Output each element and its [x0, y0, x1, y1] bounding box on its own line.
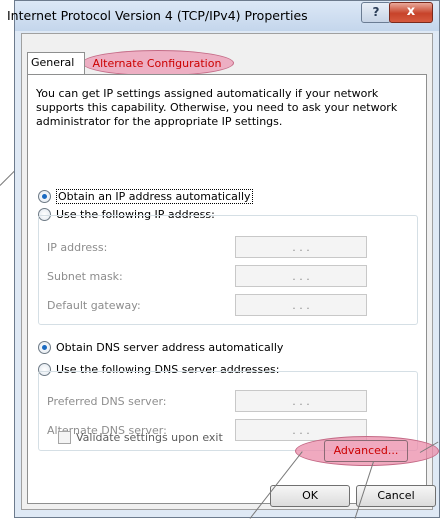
- title-bar[interactable]: Internet Protocol Version 4 (TCP/IPv4) P…: [7, 1, 439, 31]
- preferred-dns-label: Preferred DNS server:: [47, 395, 167, 408]
- ip-auto-label: Obtain an IP address automatically: [56, 189, 253, 204]
- ip-address-row: IP address: . . .: [47, 236, 407, 258]
- subnet-mask-input[interactable]: . . .: [235, 265, 367, 287]
- ip-address-group: IP address: . . . Subnet mask: . . . Def…: [38, 215, 418, 325]
- subnet-mask-row: Subnet mask: . . .: [47, 265, 407, 287]
- tab-alternate-configuration[interactable]: Alternate Configuration: [87, 54, 227, 74]
- background-window-strip: [0, 0, 15, 518]
- ip-auto-radio[interactable]: [38, 190, 51, 203]
- subnet-mask-label: Subnet mask:: [47, 270, 123, 283]
- ip-address-input[interactable]: . . .: [235, 236, 367, 258]
- dns-auto-radio[interactable]: [38, 341, 51, 354]
- validate-settings-label: Validate settings upon exit: [76, 431, 223, 444]
- close-button[interactable]: x: [389, 2, 433, 23]
- cancel-button[interactable]: Cancel: [356, 485, 436, 507]
- description-text: You can get IP settings assigned automat…: [36, 87, 398, 128]
- validate-settings-row[interactable]: Validate settings upon exit: [58, 431, 223, 444]
- advanced-button[interactable]: Advanced...: [324, 440, 408, 462]
- preferred-dns-input[interactable]: . . .: [235, 390, 367, 412]
- default-gateway-row: Default gateway: . . .: [47, 294, 407, 316]
- preferred-dns-row: Preferred DNS server: . . .: [47, 390, 407, 412]
- dns-auto-radio-row[interactable]: Obtain DNS server address automatically: [38, 341, 283, 354]
- dns-auto-label: Obtain DNS server address automatically: [56, 341, 284, 354]
- ok-button[interactable]: OK: [270, 485, 350, 507]
- tab-general[interactable]: General: [27, 52, 85, 74]
- ip-address-label: IP address:: [47, 241, 108, 254]
- default-gateway-label: Default gateway:: [47, 299, 141, 312]
- window-title: Internet Protocol Version 4 (TCP/IPv4) P…: [7, 8, 308, 23]
- ip-auto-radio-row[interactable]: Obtain an IP address automatically: [38, 189, 253, 204]
- default-gateway-input[interactable]: . . .: [235, 294, 367, 316]
- help-button[interactable]: ?: [361, 2, 391, 23]
- validate-settings-checkbox[interactable]: [58, 431, 71, 444]
